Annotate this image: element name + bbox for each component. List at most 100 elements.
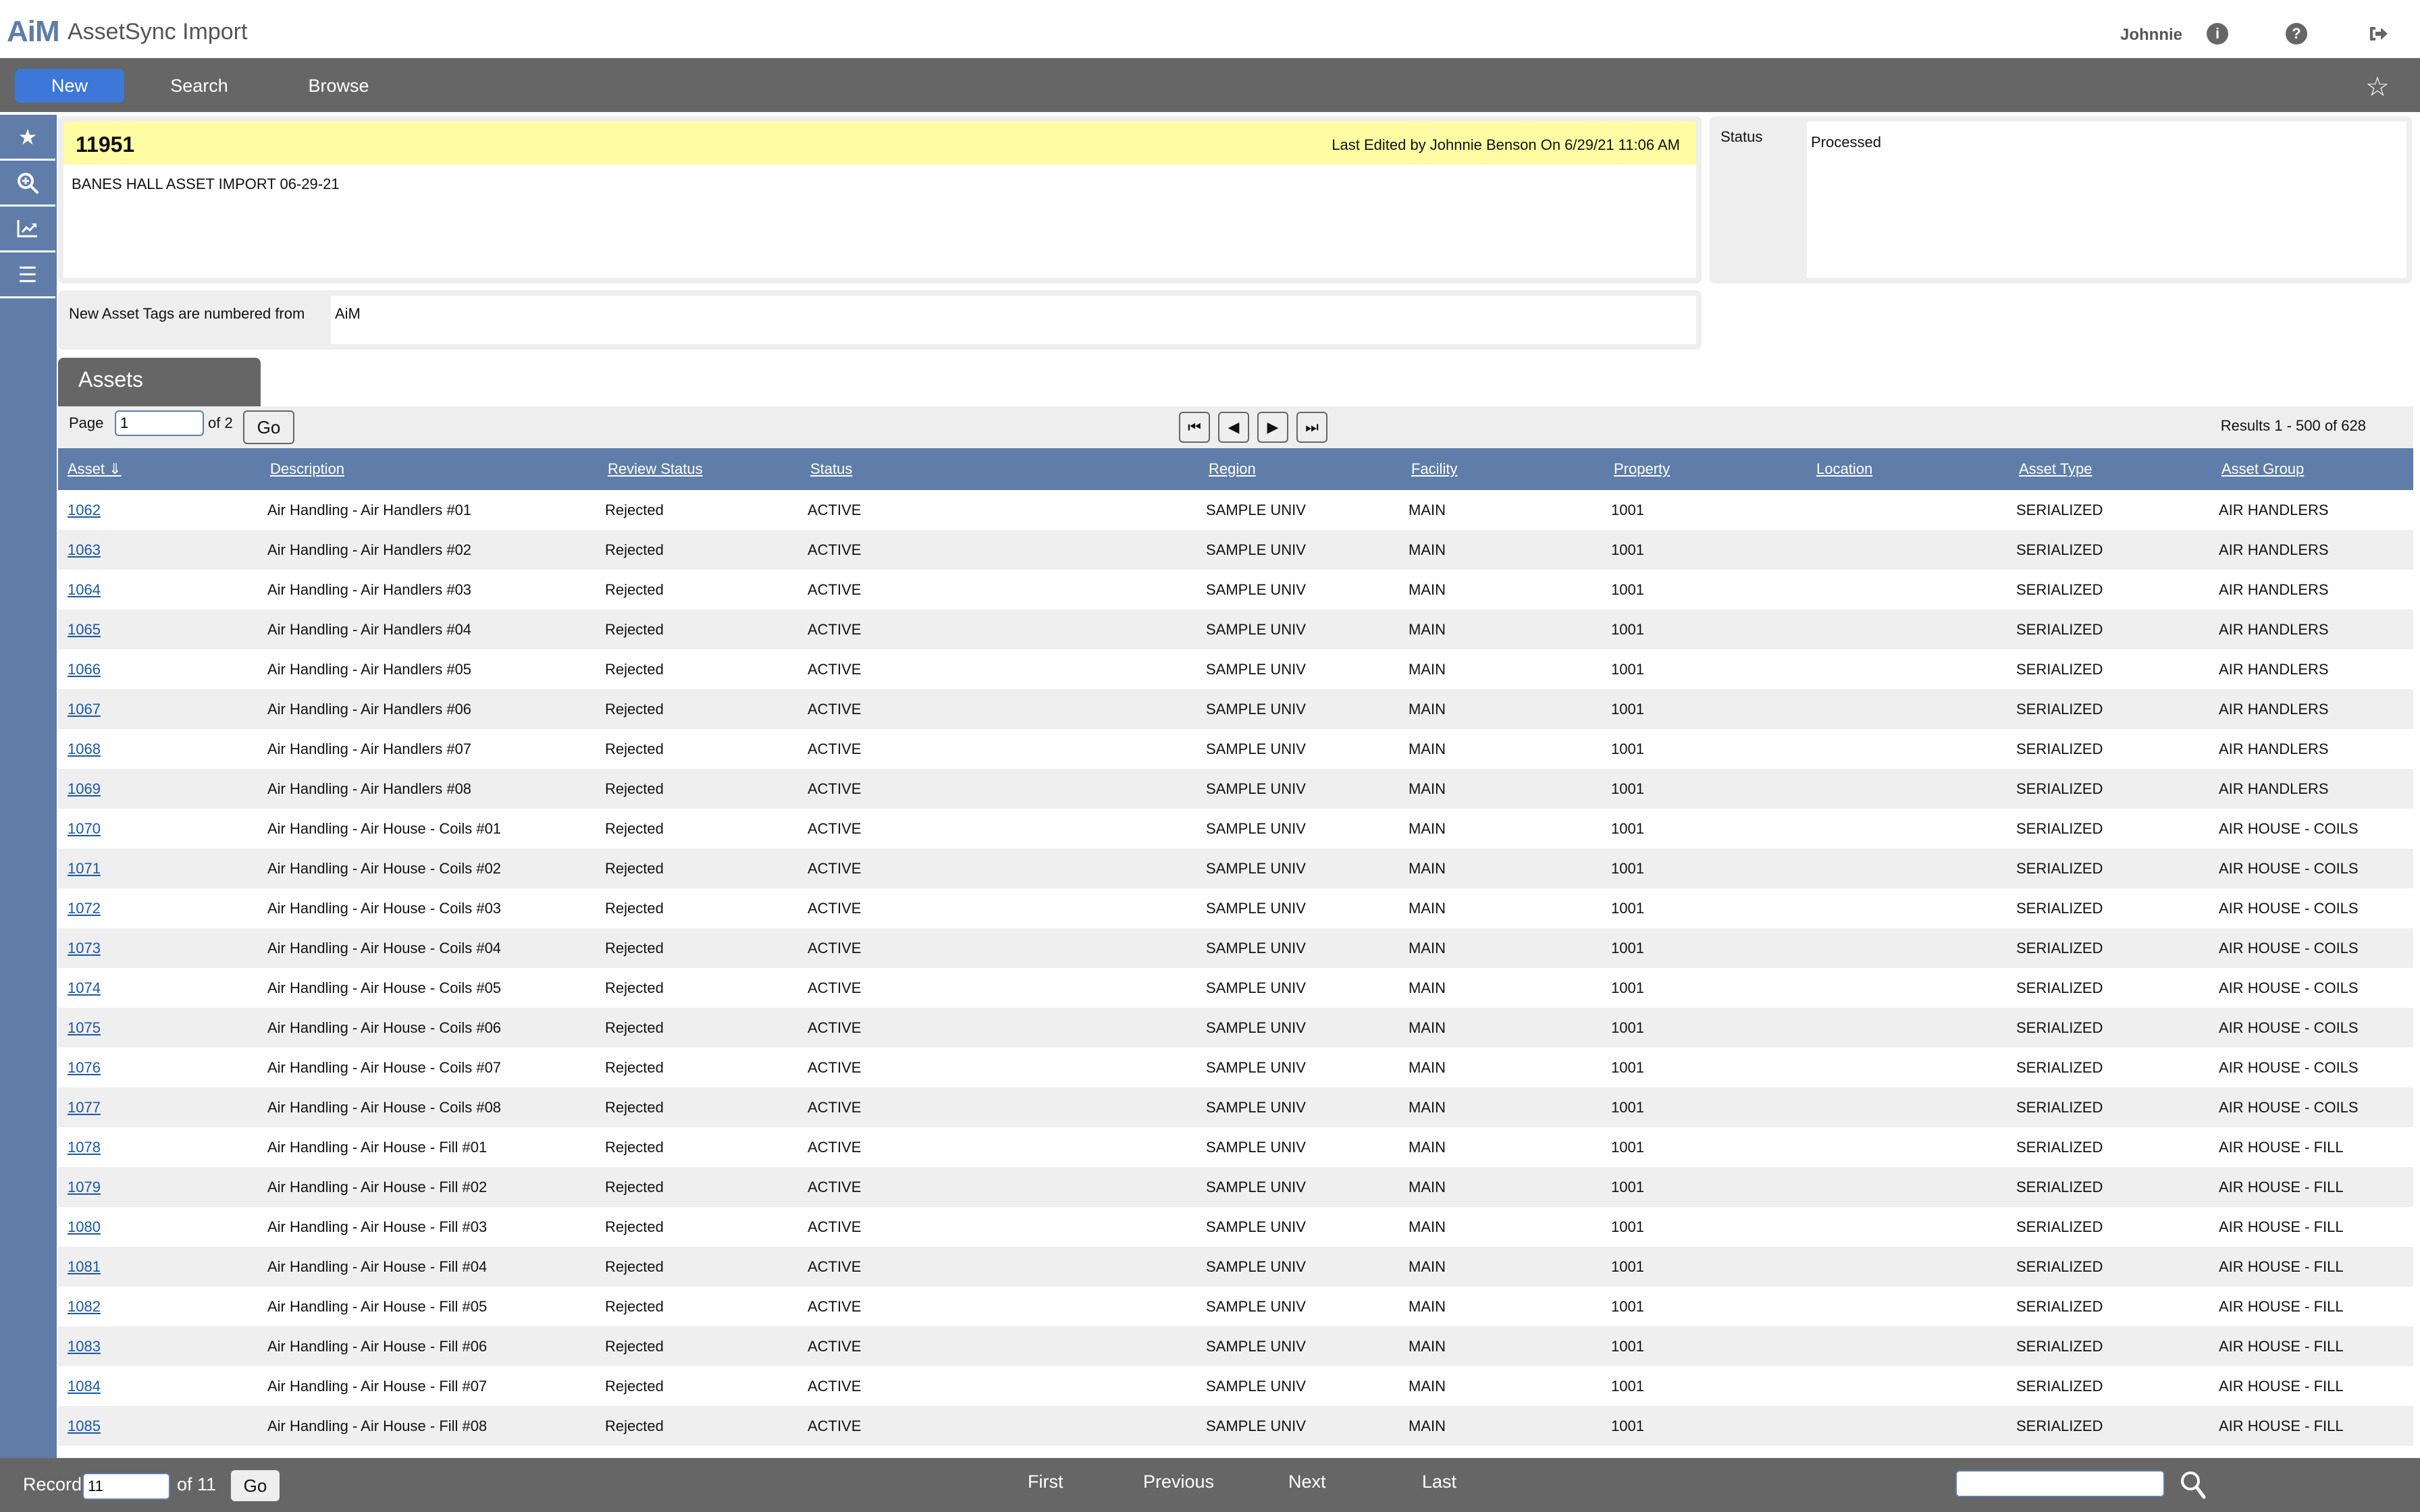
next-page-button[interactable]: ▶ bbox=[1257, 412, 1288, 443]
table-row[interactable]: 1070 Air Handling - Air House - Coils #01… bbox=[58, 809, 2413, 848]
logout-icon[interactable] bbox=[2367, 23, 2389, 45]
sidebar-favorites-button[interactable]: ★ bbox=[0, 115, 55, 161]
table-cell bbox=[1807, 1287, 2009, 1326]
asset-link[interactable]: 1075 bbox=[65, 1019, 101, 1036]
table-row[interactable]: 1072 Air Handling - Air House - Coils #03… bbox=[58, 888, 2413, 928]
table-row[interactable]: 1080 Air Handling - Air House - Fill #03 R… bbox=[58, 1207, 2413, 1247]
table-row[interactable]: 1078 Air Handling - Air House - Fill #01 R… bbox=[58, 1127, 2413, 1167]
table-row[interactable]: 1064 Air Handling - Air Handlers #03 Rejec… bbox=[58, 570, 2413, 610]
next-record-link[interactable]: Next bbox=[1288, 1472, 1326, 1492]
asset-link[interactable]: 1079 bbox=[65, 1179, 101, 1195]
table-cell: AIR HOUSE - FILL bbox=[2219, 1377, 2344, 1395]
table-row[interactable]: 1085 Air Handling - Air House - Fill #08 R… bbox=[58, 1406, 2413, 1446]
search-button[interactable]: Search bbox=[162, 69, 236, 103]
previous-record-link[interactable]: Previous bbox=[1143, 1472, 1214, 1492]
sidebar-chart-button[interactable] bbox=[0, 207, 55, 252]
record-number-input[interactable] bbox=[82, 1473, 170, 1500]
asset-link[interactable]: 1062 bbox=[65, 502, 101, 518]
new-button[interactable]: New bbox=[15, 69, 124, 103]
table-cell: MAIN bbox=[1409, 740, 1446, 757]
asset-link[interactable]: 1069 bbox=[65, 780, 101, 797]
table-row[interactable]: 1082 Air Handling - Air House - Fill #05 R… bbox=[58, 1287, 2413, 1326]
table-cell: Rejected bbox=[605, 1218, 664, 1235]
asset-link[interactable]: 1082 bbox=[65, 1298, 101, 1315]
app-logo: AiM bbox=[7, 15, 60, 48]
column-header-5[interactable]: Facility bbox=[1402, 448, 1604, 490]
table-cell: Air Handling - Air Handlers #04 bbox=[267, 620, 472, 638]
first-record-link[interactable]: First bbox=[1028, 1472, 1063, 1492]
table-row[interactable]: 1077 Air Handling - Air House - Coils #08… bbox=[58, 1087, 2413, 1127]
column-header-2[interactable]: Review Status bbox=[598, 448, 801, 490]
table-row[interactable]: 1075 Air Handling - Air House - Coils #06… bbox=[58, 1008, 2413, 1048]
asset-link[interactable]: 1074 bbox=[65, 979, 101, 996]
table-row[interactable]: 1079 Air Handling - Air House - Fill #02 R… bbox=[58, 1167, 2413, 1207]
asset-link[interactable]: 1063 bbox=[65, 541, 101, 558]
column-header-0[interactable]: Asset ⇓ bbox=[58, 448, 261, 490]
table-row[interactable]: 1067 Air Handling - Air Handlers #06 Rejec… bbox=[58, 689, 2413, 729]
asset-link[interactable]: 1084 bbox=[65, 1378, 101, 1395]
table-cell: MAIN bbox=[1409, 1417, 1446, 1434]
record-go-button[interactable]: Go bbox=[231, 1470, 280, 1501]
table-cell: Rejected bbox=[605, 899, 664, 917]
table-row[interactable]: 1069 Air Handling - Air Handlers #08 Rejec… bbox=[58, 769, 2413, 809]
asset-link[interactable]: 1085 bbox=[65, 1418, 101, 1434]
table-cell: 1073 bbox=[58, 928, 261, 968]
help-icon[interactable]: ? bbox=[2286, 23, 2307, 45]
asset-link[interactable]: 1083 bbox=[65, 1338, 101, 1355]
asset-link[interactable]: 1065 bbox=[65, 621, 101, 638]
last-page-button[interactable]: ⏭ bbox=[1296, 412, 1327, 443]
asset-link[interactable]: 1076 bbox=[65, 1059, 101, 1076]
last-record-link[interactable]: Last bbox=[1422, 1472, 1456, 1492]
search-icon[interactable] bbox=[2178, 1469, 2208, 1501]
table-row[interactable]: 1083 Air Handling - Air House - Fill #06 R… bbox=[58, 1326, 2413, 1366]
table-cell: 1001 bbox=[1611, 1098, 1644, 1116]
sidebar-menu-button[interactable]: ☰ bbox=[0, 252, 55, 298]
previous-page-button[interactable]: ◀ bbox=[1218, 412, 1249, 443]
asset-link[interactable]: 1072 bbox=[65, 900, 101, 917]
asset-link[interactable]: 1068 bbox=[65, 740, 101, 757]
column-header-3[interactable]: Status bbox=[801, 448, 1199, 490]
first-page-icon: ⏮ bbox=[1188, 418, 1201, 435]
favorite-star-icon[interactable]: ☆ bbox=[2365, 72, 2390, 103]
table-row[interactable]: 1073 Air Handling - Air House - Coils #04… bbox=[58, 928, 2413, 968]
asset-link[interactable]: 1077 bbox=[65, 1099, 101, 1116]
table-row[interactable]: 1063 Air Handling - Air Handlers #02 Rejec… bbox=[58, 530, 2413, 570]
asset-link[interactable]: 1064 bbox=[65, 581, 101, 598]
first-page-button[interactable]: ⏮ bbox=[1179, 412, 1210, 443]
page-number-input[interactable] bbox=[115, 410, 204, 436]
asset-link[interactable]: 1073 bbox=[65, 940, 101, 956]
info-icon[interactable]: i bbox=[2207, 23, 2228, 45]
column-header-7[interactable]: Location bbox=[1807, 448, 2009, 490]
table-row[interactable]: 1065 Air Handling - Air Handlers #04 Rejec… bbox=[58, 610, 2413, 649]
asset-link[interactable]: 1071 bbox=[65, 860, 101, 877]
asset-link[interactable]: 1081 bbox=[65, 1258, 101, 1275]
status-label: Status bbox=[1720, 128, 1763, 145]
table-row[interactable]: 1071 Air Handling - Air House - Coils #02… bbox=[58, 848, 2413, 888]
assets-tab[interactable]: Assets bbox=[58, 358, 261, 406]
column-header-1[interactable]: Description bbox=[261, 448, 598, 490]
table-cell: MAIN bbox=[1409, 979, 1446, 996]
table-cell: 1001 bbox=[1611, 660, 1644, 678]
asset-link[interactable]: 1067 bbox=[65, 701, 101, 718]
table-row[interactable]: 1081 Air Handling - Air House - Fill #04 R… bbox=[58, 1247, 2413, 1287]
table-row[interactable]: 1076 Air Handling - Air House - Coils #07… bbox=[58, 1048, 2413, 1087]
column-header-4[interactable]: Region bbox=[1199, 448, 1402, 490]
asset-link[interactable]: 1066 bbox=[65, 661, 101, 678]
table-row[interactable]: 1062 Air Handling - Air Handlers #01 Rejec… bbox=[58, 490, 2413, 530]
asset-link[interactable]: 1078 bbox=[65, 1139, 101, 1156]
column-header-8[interactable]: Asset Type bbox=[2009, 448, 2212, 490]
table-row[interactable]: 1074 Air Handling - Air House - Coils #05… bbox=[58, 968, 2413, 1008]
column-header-6[interactable]: Property bbox=[1604, 448, 1807, 490]
table-row[interactable]: 1068 Air Handling - Air Handlers #07 Rejec… bbox=[58, 729, 2413, 769]
user-name[interactable]: Johnnie bbox=[2120, 26, 2182, 45]
table-cell: SAMPLE UNIV bbox=[1206, 740, 1306, 757]
table-row[interactable]: 1084 Air Handling - Air House - Fill #07 R… bbox=[58, 1366, 2413, 1406]
footer-search-input[interactable] bbox=[1955, 1470, 2165, 1497]
column-header-9[interactable]: Asset Group bbox=[2212, 448, 2413, 490]
asset-link[interactable]: 1070 bbox=[65, 820, 101, 837]
sidebar-zoom-button[interactable] bbox=[0, 161, 55, 207]
table-row[interactable]: 1066 Air Handling - Air Handlers #05 Rejec… bbox=[58, 649, 2413, 689]
page-go-button[interactable]: Go bbox=[243, 410, 294, 444]
browse-button[interactable]: Browse bbox=[300, 69, 377, 103]
asset-link[interactable]: 1080 bbox=[65, 1218, 101, 1235]
